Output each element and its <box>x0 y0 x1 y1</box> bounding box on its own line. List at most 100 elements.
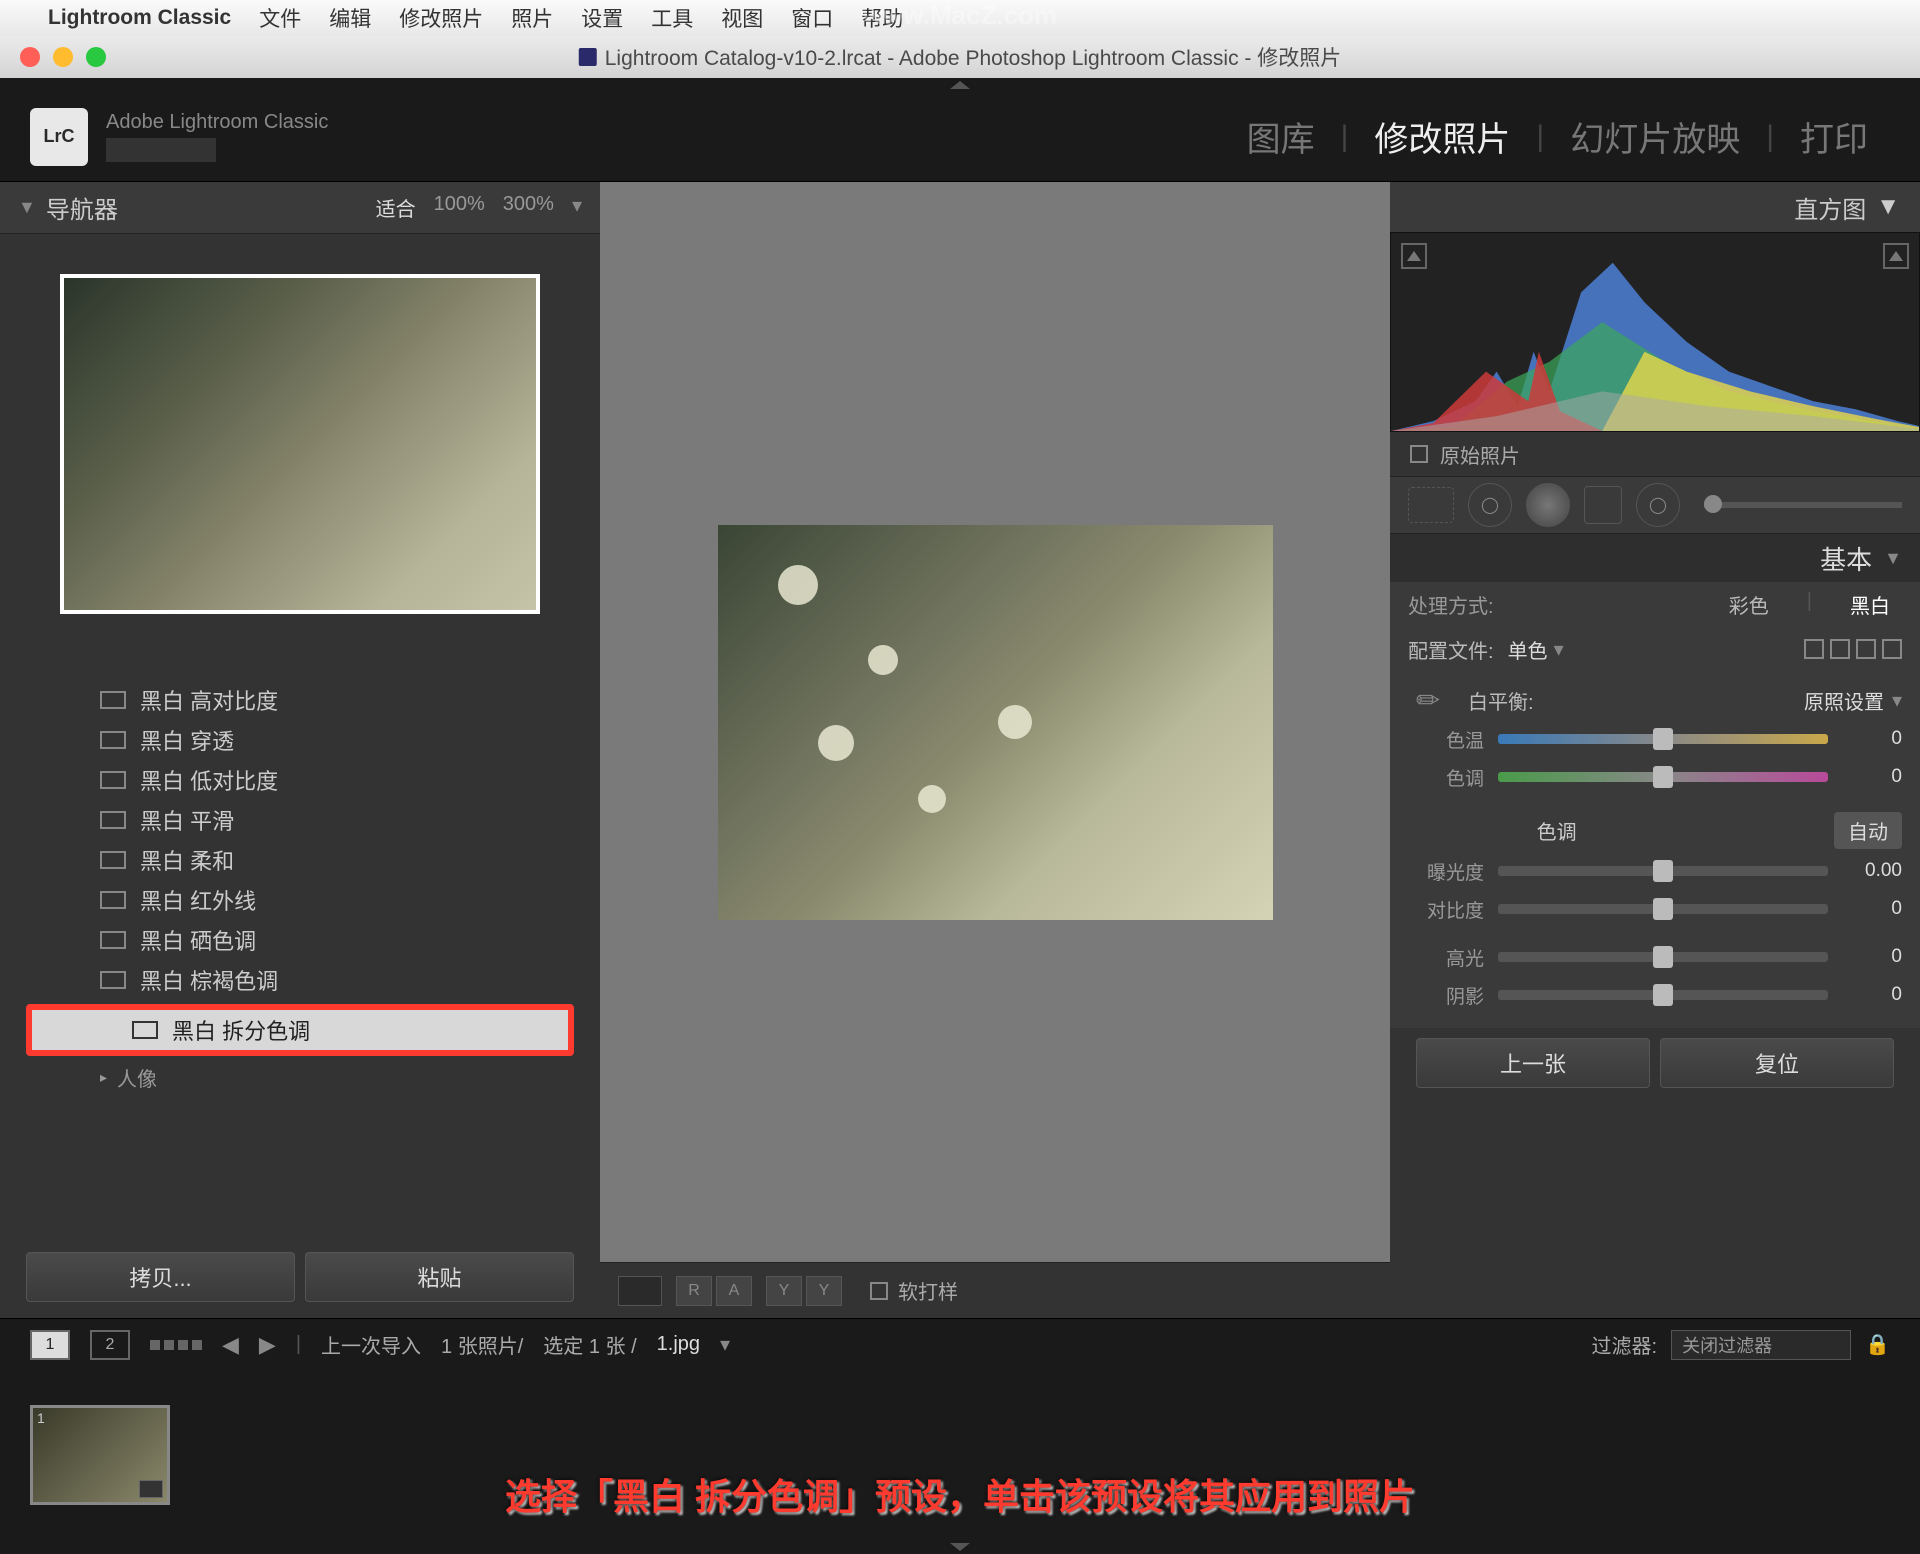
zoom-chevron-icon[interactable]: ▾ <box>572 193 582 222</box>
close-icon[interactable] <box>20 47 40 67</box>
preset-item[interactable]: 黑白 高对比度 <box>0 680 600 720</box>
profile-browser-icon[interactable] <box>1804 639 1902 659</box>
tb-a[interactable]: A <box>716 1276 752 1306</box>
contrast-label: 对比度 <box>1408 896 1484 923</box>
histogram[interactable] <box>1390 232 1920 432</box>
checkbox-icon[interactable] <box>870 1282 888 1300</box>
filmstrip-thumb[interactable]: 1 <box>30 1405 170 1505</box>
maximize-icon[interactable] <box>86 47 106 67</box>
wb-value[interactable]: 原照设置 <box>1804 686 1884 715</box>
module-slideshow[interactable]: 幻灯片放映 <box>1548 112 1762 161</box>
menu-window[interactable]: 窗口 <box>791 3 833 33</box>
nav-back-icon[interactable]: ◀ <box>222 1332 239 1358</box>
menu-help[interactable]: 帮助 <box>861 3 903 33</box>
soft-proof-toggle[interactable]: 软打样 <box>870 1276 958 1305</box>
chevron-down-icon[interactable]: ▾ <box>1554 637 1564 662</box>
spot-removal-icon[interactable]: ◯ <box>1468 483 1512 527</box>
preset-item[interactable]: 黑白 穿透 <box>0 720 600 760</box>
preset-item[interactable]: 黑白 平滑 <box>0 800 600 840</box>
treatment-bw[interactable]: 黑白 <box>1838 590 1902 619</box>
menu-develop[interactable]: 修改照片 <box>399 3 483 33</box>
view-mode-2[interactable]: 2 <box>90 1330 130 1360</box>
previous-button[interactable]: 上一张 <box>1416 1038 1650 1088</box>
tint-slider[interactable]: 色调 0 <box>1408 758 1902 796</box>
module-sep: | <box>1762 120 1778 154</box>
nav-forward-icon[interactable]: ▶ <box>259 1332 276 1358</box>
main-area: ▼ 导航器 适合 100% 300% ▾ 黑白 高对比度 黑白 穿透 黑白 低对… <box>0 182 1920 1318</box>
loupe-view-icon[interactable] <box>618 1276 662 1306</box>
module-library[interactable]: 图库 <box>1225 112 1337 161</box>
highlights-slider[interactable]: 高光 0 <box>1408 938 1902 976</box>
redeye-tool-icon[interactable] <box>1526 483 1570 527</box>
radial-filter-icon[interactable]: ◯ <box>1636 483 1680 527</box>
lock-icon[interactable]: 🔒 <box>1865 1332 1890 1357</box>
original-photo-toggle[interactable]: 原始照片 <box>1390 432 1920 476</box>
preset-item-selected[interactable]: 黑白 拆分色调 <box>32 1010 568 1050</box>
menu-view[interactable]: 视图 <box>721 3 763 33</box>
disclosure-icon[interactable]: ▼ <box>1884 548 1902 569</box>
tool-strip: ◯ ◯ <box>1390 476 1920 534</box>
identity-plate[interactable] <box>106 138 216 162</box>
disclosure-icon[interactable]: ▼ <box>18 197 36 218</box>
chevron-down-icon[interactable]: ▾ <box>720 1332 730 1357</box>
canvas-inner[interactable] <box>600 182 1390 1262</box>
zoom-300[interactable]: 300% <box>503 193 554 222</box>
preset-item[interactable]: 黑白 低对比度 <box>0 760 600 800</box>
histogram-header[interactable]: 直方图 ▼ <box>1390 182 1920 232</box>
menu-photo[interactable]: 照片 <box>511 3 553 33</box>
zoom-100[interactable]: 100% <box>434 193 485 222</box>
contrast-value: 0 <box>1842 898 1902 920</box>
menu-settings[interactable]: 设置 <box>581 3 623 33</box>
zoom-fit[interactable]: 适合 <box>376 193 416 222</box>
menu-file[interactable]: 文件 <box>259 3 301 33</box>
brand-block: Adobe Lightroom Classic <box>106 111 328 162</box>
brush-size-slider[interactable] <box>1704 502 1902 508</box>
crop-tool-icon[interactable] <box>1408 487 1454 523</box>
preset-label: 黑白 红外线 <box>140 884 256 916</box>
panel-collapse-top[interactable] <box>0 78 1920 92</box>
menu-tools[interactable]: 工具 <box>651 3 693 33</box>
panel-collapse-bottom[interactable] <box>0 1540 1920 1554</box>
menu-app-name[interactable]: Lightroom Classic <box>48 6 231 30</box>
checkbox-icon[interactable] <box>1410 445 1428 463</box>
module-print[interactable]: 打印 <box>1778 112 1890 161</box>
grid-view-icon[interactable] <box>150 1340 202 1350</box>
disclosure-icon[interactable]: ▼ <box>1876 193 1900 221</box>
preset-item[interactable]: 黑白 硒色调 <box>0 920 600 960</box>
navigator-header[interactable]: ▼ 导航器 适合 100% 300% ▾ <box>0 182 600 234</box>
photo-preview[interactable] <box>718 525 1273 920</box>
contrast-slider[interactable]: 对比度 0 <box>1408 890 1902 928</box>
basic-panel-header[interactable]: 基本 ▼ <box>1390 534 1920 582</box>
graduated-filter-icon[interactable] <box>1584 486 1622 524</box>
tb-r[interactable]: R <box>676 1276 712 1306</box>
treatment-color[interactable]: 彩色 <box>1717 590 1781 619</box>
minimize-icon[interactable] <box>53 47 73 67</box>
navigator-thumbnail[interactable] <box>60 274 540 614</box>
paste-button[interactable]: 粘贴 <box>305 1252 574 1302</box>
exposure-value: 0.00 <box>1842 860 1902 882</box>
profile-value[interactable]: 单色 <box>1508 635 1548 664</box>
menu-edit[interactable]: 编辑 <box>329 3 371 33</box>
module-develop[interactable]: 修改照片 <box>1352 112 1532 161</box>
tone-header: 色调 自动 <box>1390 810 1920 850</box>
tb-y2[interactable]: Y <box>806 1276 842 1306</box>
preset-group[interactable]: ▸人像 <box>0 1060 600 1094</box>
preset-item[interactable]: 黑白 柔和 <box>0 840 600 880</box>
highlight-clip-icon[interactable] <box>1883 243 1909 269</box>
preset-item[interactable]: 黑白 棕褐色调 <box>0 960 600 1000</box>
breadcrumb[interactable]: 上一次导入 <box>321 1330 421 1359</box>
auto-button[interactable]: 自动 <box>1834 812 1902 849</box>
filter-dropdown[interactable]: 关闭过滤器 <box>1671 1330 1851 1360</box>
reset-button[interactable]: 复位 <box>1660 1038 1894 1088</box>
module-picker: 图库 | 修改照片 | 幻灯片放映 | 打印 <box>1225 112 1890 161</box>
preset-item[interactable]: 黑白 红外线 <box>0 880 600 920</box>
temp-slider[interactable]: 色温 0 <box>1408 720 1902 758</box>
copy-button[interactable]: 拷贝... <box>26 1252 295 1302</box>
preset-icon <box>100 891 126 909</box>
shadows-slider[interactable]: 阴影 0 <box>1408 976 1902 1014</box>
exposure-slider[interactable]: 曝光度 0.00 <box>1408 852 1902 890</box>
shadow-clip-icon[interactable] <box>1401 243 1427 269</box>
chevron-down-icon[interactable]: ▾ <box>1892 688 1902 713</box>
view-mode-1[interactable]: 1 <box>30 1330 70 1360</box>
tb-y1[interactable]: Y <box>766 1276 802 1306</box>
